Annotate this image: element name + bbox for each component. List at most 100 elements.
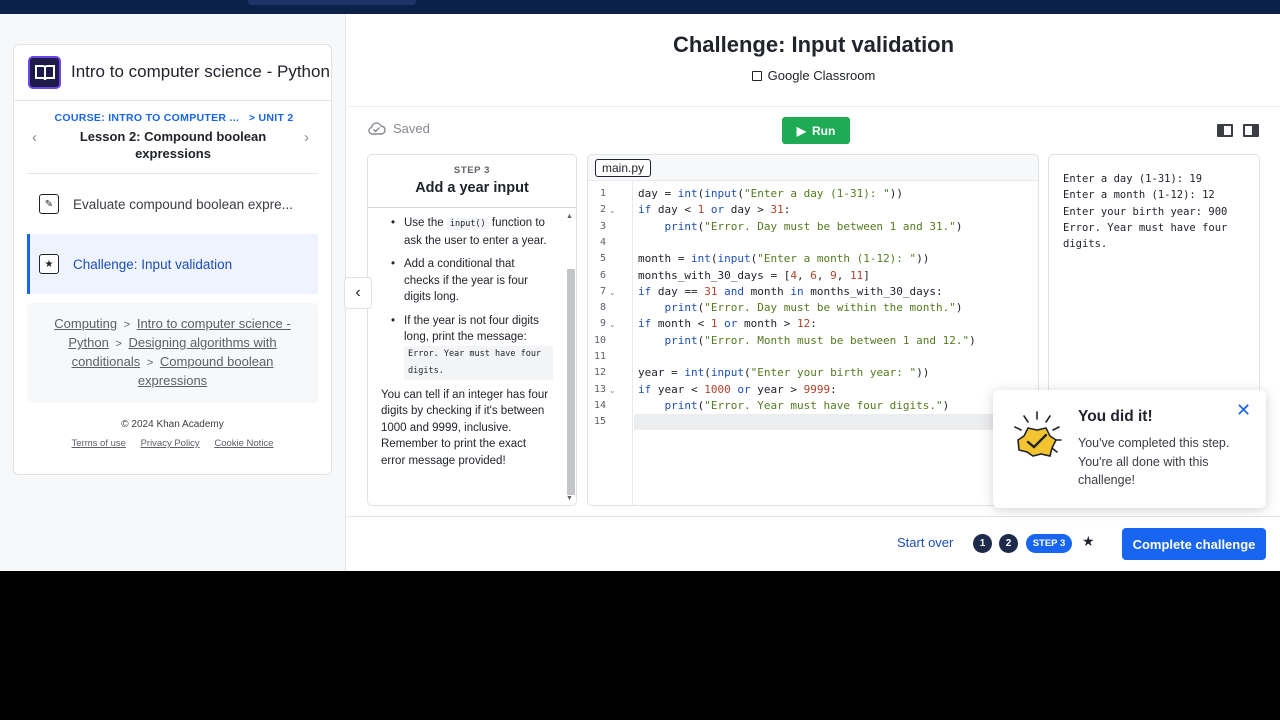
breadcrumb-unit[interactable]: > UNIT 2: [249, 112, 294, 124]
code-line[interactable]: year = int(input("Enter your birth year:…: [638, 366, 929, 379]
path-separator: >: [115, 338, 122, 350]
line-number-gutter: 1 2 ⌄ 3 4 5 6 7 ⌄ 8 9 ⌄ 10 11 12 13 ⌄ 14 15: [588, 181, 633, 505]
code-line[interactable]: months_with_30_days = [4, 6, 9, 11]: [638, 269, 870, 282]
line-number: 7: [599, 285, 606, 297]
star-icon: ★: [39, 254, 59, 274]
fold-chevron-icon[interactable]: ⌄: [609, 386, 616, 395]
code-line[interactable]: day = int(input("Enter a day (1-31): ")): [638, 187, 903, 200]
hint-paragraph: You can tell if an integer has four digi…: [381, 388, 549, 467]
google-classroom-link[interactable]: Google Classroom: [347, 68, 1280, 83]
output-line: Enter your birth year: 900: [1063, 205, 1228, 218]
classroom-icon: [751, 71, 762, 81]
divider: [14, 100, 331, 101]
inline-code: input(): [446, 218, 489, 230]
code-line[interactable]: month = int(input("Enter a month (1-12):…: [638, 252, 929, 265]
line-number: 4: [599, 236, 606, 248]
saved-status: Saved: [367, 121, 430, 136]
course-breadcrumb[interactable]: COURSE: INTRO TO COMPUTER ... > UNIT 2: [54, 112, 294, 124]
run-button[interactable]: ▶ Run: [782, 117, 850, 144]
code-line[interactable]: if month < 1 or month > 12:: [638, 317, 817, 330]
scroll-down-icon[interactable]: ▼: [566, 495, 573, 502]
search-bar[interactable]: [248, 0, 416, 5]
editor-tab-bar: main.py: [588, 155, 1038, 181]
error-message-code: Error. Year must have four digits.: [404, 345, 553, 380]
output-line: Enter a day (1-31): 19: [1063, 173, 1203, 185]
divider: [347, 106, 1280, 107]
success-toast: You did it! You've completed this step. …: [993, 390, 1266, 508]
line-number: 11: [593, 351, 606, 362]
line-number: 14: [593, 399, 606, 411]
line-number: 12: [593, 367, 606, 379]
code-line[interactable]: print("Error. Day must be within the mon…: [638, 301, 963, 314]
line-number: 8: [599, 302, 606, 314]
line-number: 6: [599, 269, 606, 281]
star-icon[interactable]: ★: [1082, 533, 1095, 550]
line-number: 10: [593, 334, 606, 346]
instruction-item: Use the input() function to ask the user…: [391, 215, 553, 249]
start-over-button[interactable]: Start over: [897, 535, 953, 550]
close-icon[interactable]: ✕: [1236, 400, 1251, 421]
divider: [368, 207, 576, 208]
saved-label: Saved: [393, 121, 430, 136]
line-number: 5: [599, 253, 606, 265]
complete-challenge-button[interactable]: Complete challenge: [1122, 528, 1266, 560]
output-line: Enter a month (1-12): 12: [1063, 189, 1215, 202]
step-2-indicator[interactable]: 2: [999, 534, 1018, 553]
step-body: Use the input() function to ask the user…: [381, 215, 553, 469]
layout-left-panel-icon[interactable]: [1217, 124, 1233, 137]
line-number: 13: [593, 383, 606, 395]
path-separator: >: [146, 357, 154, 369]
fold-chevron-icon[interactable]: ⌄: [609, 288, 616, 297]
topic-path: Computing > Intro to computer science - …: [27, 303, 318, 403]
cloud-check-icon: [368, 122, 386, 135]
toast-message: You've completed this step. You're all d…: [1078, 436, 1230, 487]
sidebar-item-challenge[interactable]: ★ Challenge: Input validation: [27, 234, 318, 294]
top-nav-bar: [0, 0, 1280, 14]
code-editor[interactable]: main.py 1 2 ⌄ 3 4 5 6 7 ⌄ 8 9 ⌄ 10 11 12 13 ⌄ 14 15 day = …: [587, 154, 1039, 506]
play-icon: ▶: [796, 123, 806, 138]
run-label: Run: [811, 123, 836, 138]
code-line[interactable]: if year < 1000 or year > 9999:: [638, 383, 837, 396]
classroom-label: Google Classroom: [767, 68, 876, 83]
fold-chevron-icon[interactable]: ⌄: [609, 206, 616, 215]
file-tab-main[interactable]: main.py: [595, 159, 652, 177]
fold-chevron-icon[interactable]: ⌄: [609, 320, 616, 329]
celebration-badge-icon: [1010, 410, 1064, 469]
step-1-indicator[interactable]: 1: [973, 534, 992, 553]
line-number: 9: [599, 318, 606, 330]
step-scrollbar[interactable]: ▲ ▼: [566, 213, 575, 503]
code-line[interactable]: if day == 31 and month in months_with_30…: [638, 285, 943, 298]
course-title[interactable]: Intro to computer science - Python: [71, 62, 330, 82]
sidebar-item-evaluate[interactable]: ✎ Evaluate compound boolean expre...: [27, 174, 318, 234]
code-line[interactable]: print("Error. Day must be between 1 and …: [638, 220, 963, 233]
path-link-computing[interactable]: Computing: [54, 316, 117, 331]
scrollbar-thumb[interactable]: [567, 269, 575, 495]
sidebar-item-label: Challenge: Input validation: [73, 256, 233, 272]
path-link-lesson[interactable]: Compound boolean expressions: [138, 354, 274, 388]
code-line[interactable]: print("Error. Month must be between 1 an…: [638, 334, 976, 347]
line-number: 3: [599, 220, 606, 232]
next-lesson-arrow-icon[interactable]: ›: [304, 129, 309, 146]
copyright: © 2024 Khan Academy: [121, 419, 224, 430]
step-3-indicator[interactable]: STEP 3: [1026, 534, 1072, 553]
course-card: Intro to computer science - Python COURS…: [13, 44, 332, 475]
path-separator: >: [123, 319, 131, 331]
layout-right-panel-icon[interactable]: [1243, 124, 1259, 137]
cookie-link[interactable]: Cookie Notice: [214, 438, 273, 449]
output-line: Error. Year must have four digits.: [1063, 221, 1234, 251]
instruction-text: Use the: [404, 217, 444, 229]
breadcrumb-course[interactable]: COURSE: INTRO TO COMPUTER ...: [54, 112, 239, 124]
privacy-link[interactable]: Privacy Policy: [141, 438, 200, 449]
scroll-up-icon[interactable]: ▲: [566, 213, 573, 220]
app-window: Intro to computer science - Python COURS…: [0, 0, 1280, 571]
collapse-panel-chevron-icon[interactable]: ‹: [344, 277, 372, 309]
footer-links: Terms of use Privacy Policy Cookie Notic…: [14, 438, 331, 449]
code-line[interactable]: print("Error. Year must have four digits…: [638, 399, 950, 412]
line-number: 1: [599, 188, 606, 199]
instruction-item: Add a conditional that checks if the yea…: [391, 256, 553, 306]
lesson-title: Lesson 2: Compound boolean expressions: [79, 129, 267, 161]
code-line[interactable]: if day < 1 or day > 31:: [638, 203, 790, 216]
terms-link[interactable]: Terms of use: [72, 438, 126, 449]
course-book-icon: [28, 56, 61, 89]
previous-lesson-arrow-icon[interactable]: ‹: [32, 129, 37, 146]
